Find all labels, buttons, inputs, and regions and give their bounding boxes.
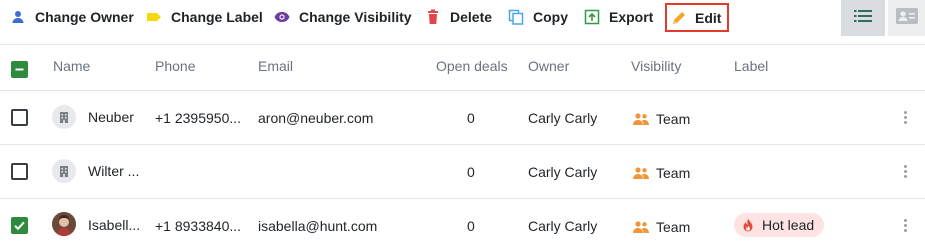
row-menu-icon[interactable] xyxy=(903,111,907,124)
edit-label: Edit xyxy=(695,9,722,26)
export-icon xyxy=(584,9,600,25)
select-all-checkbox[interactable] xyxy=(11,61,28,78)
row-visibility: Team xyxy=(632,165,690,181)
row-visibility: Team xyxy=(632,111,690,127)
row-owner[interactable]: Carly Carly xyxy=(528,110,597,126)
change-visibility-label: Change Visibility xyxy=(299,9,412,25)
edit-button[interactable]: Edit xyxy=(665,3,730,32)
copy-icon xyxy=(508,9,524,25)
row-menu-icon[interactable] xyxy=(903,165,907,178)
row-open-deals: 0 xyxy=(467,110,475,126)
column-header-phone[interactable]: Phone xyxy=(155,58,195,74)
row-open-deals: 0 xyxy=(467,218,475,234)
person-icon xyxy=(10,9,26,25)
pencil-icon xyxy=(671,10,687,26)
list-view-toggle[interactable] xyxy=(841,0,885,36)
table-row[interactable]: Isabell... +1 8933840... isabella@hunt.c… xyxy=(0,199,925,249)
column-header-open-deals[interactable]: Open deals xyxy=(436,58,508,74)
row-visibility: Team xyxy=(632,219,690,235)
row-owner[interactable]: Carly Carly xyxy=(528,164,597,180)
list-icon xyxy=(854,9,872,28)
row-name[interactable]: Isabell... xyxy=(88,217,140,233)
change-visibility-button[interactable]: Change Visibility xyxy=(274,3,412,31)
export-button[interactable]: Export xyxy=(584,3,653,31)
visibility-text: Team xyxy=(656,219,691,235)
fire-icon xyxy=(743,218,753,232)
row-email[interactable]: isabella@hunt.com xyxy=(258,218,377,234)
trash-icon xyxy=(425,9,441,25)
column-header-owner[interactable]: Owner xyxy=(528,58,569,74)
team-icon xyxy=(633,113,649,125)
building-icon xyxy=(52,105,76,129)
row-checkbox[interactable] xyxy=(11,217,28,234)
card-view-toggle[interactable] xyxy=(888,0,925,36)
row-owner[interactable]: Carly Carly xyxy=(528,218,597,234)
team-icon xyxy=(633,221,649,233)
label-text: Hot lead xyxy=(762,217,815,233)
row-checkbox[interactable] xyxy=(11,109,28,126)
bulk-actions-toolbar: Change Owner Change Label Change Visibil… xyxy=(0,0,925,36)
delete-button[interactable]: Delete xyxy=(425,3,492,31)
minus-icon xyxy=(15,68,24,71)
row-phone[interactable]: +1 8933840... xyxy=(155,218,241,234)
row-open-deals: 0 xyxy=(467,164,475,180)
person-photo-avatar xyxy=(52,212,76,236)
eye-icon xyxy=(274,9,290,25)
building-icon xyxy=(52,159,76,183)
copy-label: Copy xyxy=(533,9,568,25)
row-menu-icon[interactable] xyxy=(903,219,907,232)
column-header-email[interactable]: Email xyxy=(258,58,293,74)
row-phone[interactable]: +1 2395950... xyxy=(155,110,241,126)
column-header-name[interactable]: Name xyxy=(53,58,90,74)
row-checkbox[interactable] xyxy=(11,163,28,180)
column-header-label[interactable]: Label xyxy=(734,58,768,74)
toolbar-divider xyxy=(0,44,925,45)
tag-icon xyxy=(146,9,162,25)
row-name[interactable]: Wilter ... xyxy=(88,163,139,179)
change-label-button[interactable]: Change Label xyxy=(146,3,263,31)
visibility-text: Team xyxy=(656,111,691,127)
contact-card-icon xyxy=(895,7,918,29)
change-owner-label: Change Owner xyxy=(35,9,134,25)
delete-label: Delete xyxy=(450,9,493,25)
table-row[interactable]: Wilter ... 0 Carly Carly Team xyxy=(0,145,925,199)
row-email[interactable]: aron@neuber.com xyxy=(258,110,373,126)
visibility-text: Team xyxy=(656,165,691,181)
export-label: Export xyxy=(609,9,654,25)
column-header-visibility[interactable]: Visibility xyxy=(631,58,681,74)
copy-button[interactable]: Copy xyxy=(508,3,568,31)
change-label-label: Change Label xyxy=(171,9,263,25)
check-icon xyxy=(14,221,25,231)
table-row[interactable]: Neuber +1 2395950... aron@neuber.com 0 C… xyxy=(0,91,925,145)
change-owner-button[interactable]: Change Owner xyxy=(10,3,134,31)
team-icon xyxy=(633,167,649,179)
row-name[interactable]: Neuber xyxy=(88,109,134,125)
hot-lead-badge[interactable]: Hot lead xyxy=(734,213,825,237)
